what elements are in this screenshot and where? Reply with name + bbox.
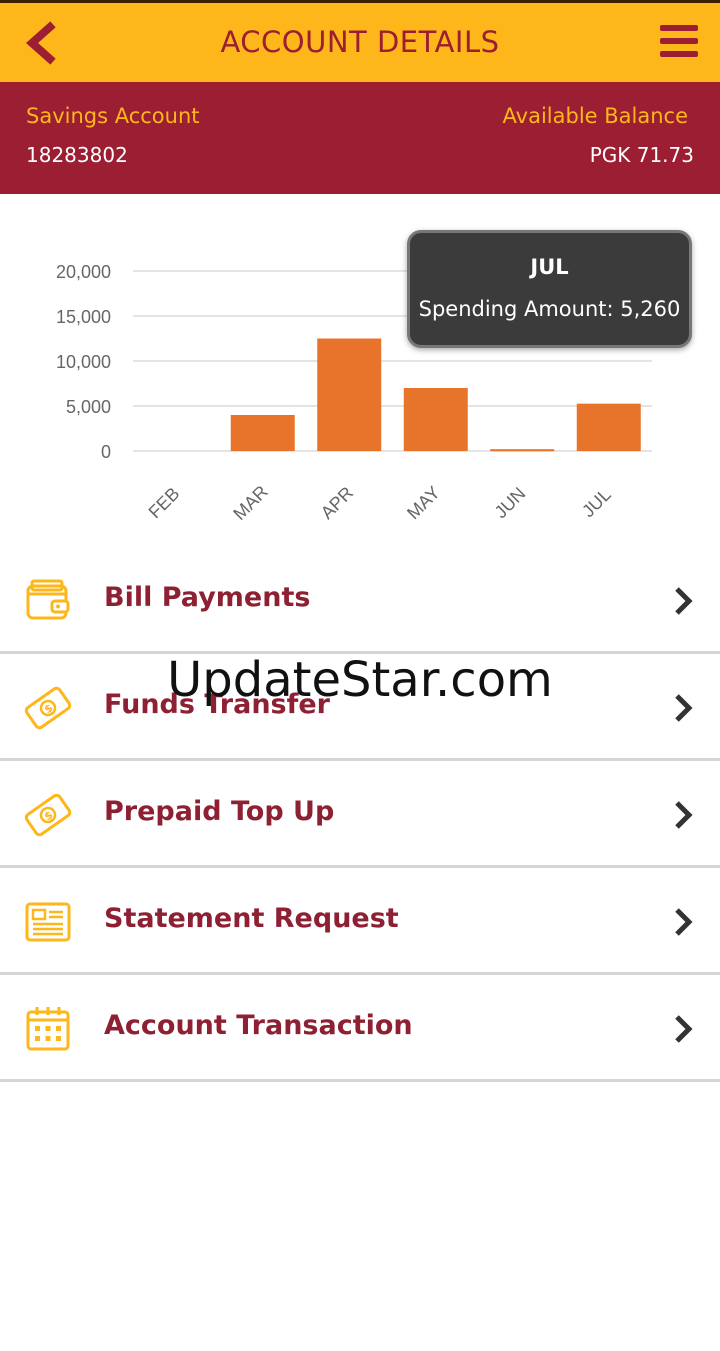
y-tick-label: 15,000 (56, 307, 111, 327)
account-number: 18283802 (26, 143, 128, 167)
menu-item-label: Account Transaction (104, 1010, 413, 1041)
y-tick-label: 20,000 (56, 262, 111, 282)
x-tick-label: APR (317, 483, 357, 523)
account-summary: Savings Account 18283802 Available Balan… (0, 82, 720, 194)
y-tick-label: 5,000 (66, 397, 111, 417)
x-tick-label: JUL (578, 484, 615, 521)
top-app-bar: ACCOUNT DETAILS (0, 0, 720, 82)
money-bill-icon: $ (24, 793, 72, 837)
tooltip-title: JUL (530, 255, 569, 279)
bar-apr[interactable] (317, 338, 382, 452)
chevron-right-icon (675, 694, 693, 722)
tooltip-value: 5,260 (620, 297, 681, 321)
x-tick-label: JUN (491, 483, 530, 522)
bar-jun[interactable] (490, 449, 555, 452)
bar-may[interactable] (403, 388, 468, 451)
menu-item-statement-request[interactable]: Statement Request (0, 868, 720, 975)
menu-item-bill-payments[interactable]: Bill Payments (0, 547, 720, 654)
chevron-right-icon (675, 801, 693, 829)
page-title: ACCOUNT DETAILS (220, 25, 500, 59)
y-tick-label: 10,000 (56, 352, 111, 372)
menu-item-label: Bill Payments (104, 582, 311, 613)
action-menu: Bill Payments $ Funds Transfer $ Prepaid… (0, 547, 720, 1082)
x-tick-label: MAY (403, 482, 444, 523)
bar-mar[interactable] (230, 415, 295, 451)
chart-tooltip: JUL Spending Amount: 5,260 (407, 230, 692, 348)
menu-item-funds-transfer[interactable]: $ Funds Transfer (0, 654, 720, 761)
balance-label: Available Balance (502, 104, 688, 128)
wallet-icon (26, 579, 70, 620)
menu-item-prepaid-top-up[interactable]: $ Prepaid Top Up (0, 761, 720, 868)
hamburger-icon[interactable] (660, 25, 698, 59)
x-tick-label: FEB (145, 483, 184, 522)
chevron-right-icon (675, 1015, 693, 1043)
calendar-icon (26, 1007, 70, 1051)
menu-item-label: Prepaid Top Up (104, 796, 335, 827)
chevron-right-icon (675, 587, 693, 615)
menu-item-account-transaction[interactable]: Account Transaction (0, 975, 720, 1082)
chevron-right-icon (675, 908, 693, 936)
menu-item-label: Funds Transfer (104, 689, 330, 720)
bar-jul[interactable] (576, 403, 641, 451)
y-tick-label: 0 (101, 442, 111, 462)
document-icon (25, 902, 71, 942)
tooltip-label: Spending Amount: (418, 297, 614, 321)
menu-item-label: Statement Request (104, 903, 399, 934)
x-tick-label: MAR (229, 482, 271, 524)
account-type-label: Savings Account (26, 104, 200, 128)
money-bill-icon: $ (24, 686, 72, 730)
balance-value: PGK 71.73 (589, 143, 694, 167)
